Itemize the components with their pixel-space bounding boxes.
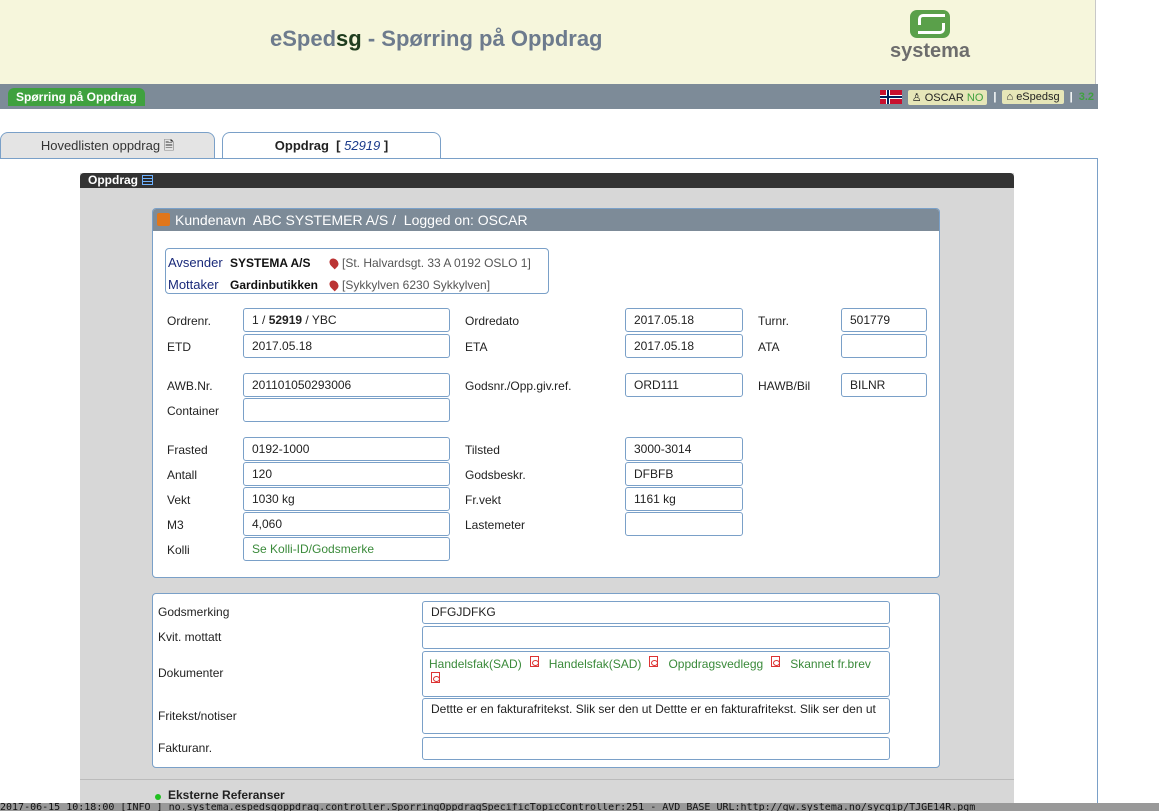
ordrenr-field[interactable]: 1 / 52919 / YBC <box>243 308 450 332</box>
fritekst-field[interactable]: Dettte er en fakturafritekst. Slik ser d… <box>422 698 890 734</box>
tab-hovedlisten[interactable]: Hovedlisten oppdrag 🗎 <box>0 132 215 158</box>
logo-mark-icon <box>910 10 950 38</box>
pdf-icon[interactable] <box>529 656 539 667</box>
customer-icon <box>157 213 170 226</box>
container-field[interactable] <box>243 398 450 422</box>
vekt-field[interactable]: 1030 kg <box>243 487 450 511</box>
doc-link-handelsfak-2[interactable]: Handelsfak(SAD) <box>549 657 642 671</box>
systema-logo: systema <box>890 10 970 70</box>
tab-oppdrag[interactable]: Oppdrag [ 52919 ] <box>222 132 441 159</box>
customer-header: Kundenavn ABC SYSTEMER A/S / Logged on: … <box>153 209 939 231</box>
norway-flag-icon[interactable] <box>879 90 902 104</box>
frvekt-field[interactable]: 1161 kg <box>625 487 743 511</box>
version-label: 3.2 <box>1078 91 1094 103</box>
home-link[interactable]: ⌂ eSpedsg <box>1002 90 1064 104</box>
kvit-field[interactable] <box>422 626 890 649</box>
turnr-field[interactable]: 501779 <box>841 308 927 332</box>
eta-field[interactable]: 2017.05.18 <box>625 334 743 358</box>
pdf-icon[interactable] <box>771 656 781 667</box>
etd-field[interactable]: 2017.05.18 <box>243 334 450 358</box>
navbar: Spørring på Oppdrag ♙ OSCAR NO | ⌂ eSped… <box>0 84 1098 109</box>
frasted-field[interactable]: 0192-1000 <box>243 437 450 461</box>
fakturanr-field[interactable] <box>422 737 890 760</box>
document-icon: 🗎 <box>163 138 175 153</box>
order-box: Kundenavn ABC SYSTEMER A/S / Logged on: … <box>152 208 940 578</box>
page-title: eSpedsg - Spørring på Oppdrag <box>270 26 603 51</box>
kolli-link[interactable]: Se Kolli-ID/Godsmerke <box>243 537 450 561</box>
nav-right: ♙ OSCAR NO | ⌂ eSpedsg | 3.2 <box>879 88 1094 106</box>
doc-link-oppdragsvedlegg[interactable]: Oppdragsvedlegg <box>668 657 763 671</box>
log-line: 2017-06-15 10:18:00 [INFO ] no.systema.e… <box>0 803 1159 811</box>
ata-field[interactable] <box>841 334 927 358</box>
app-header: eSpedsg - Spørring på Oppdrag systema <box>0 0 1096 84</box>
hawb-field[interactable]: BILNR <box>841 373 927 397</box>
doc-link-handelsfak-1[interactable]: Handelsfak(SAD) <box>429 657 522 671</box>
details-box: Godsmerking DFGJDFKG Kvit. mottatt Dokum… <box>152 593 940 768</box>
user-badge[interactable]: ♙ OSCAR NO <box>907 89 988 105</box>
nav-tab-sporring[interactable]: Spørring på Oppdrag <box>8 88 145 106</box>
godsnr-field[interactable]: ORD111 <box>625 373 743 397</box>
godsmerking-field[interactable]: DFGJDFKG <box>422 601 890 624</box>
status-dot-icon <box>155 794 161 800</box>
address-box: Avsender SYSTEMA A/S [St. Halvardsgt. 33 A… <box>165 248 549 294</box>
lastemeter-field[interactable] <box>625 512 743 536</box>
m3-field[interactable]: 4,060 <box>243 512 450 536</box>
doc-link-skannet[interactable]: Skannet fr.brev <box>790 657 871 671</box>
tilsted-field[interactable]: 3000-3014 <box>625 437 743 461</box>
documents-field: Handelsfak(SAD) Handelsfak(SAD) Oppdrags… <box>422 651 890 697</box>
pdf-icon[interactable] <box>431 672 440 683</box>
godsbeskr-field[interactable]: DFBFB <box>625 462 743 486</box>
ordredato-field[interactable]: 2017.05.18 <box>625 308 743 332</box>
list-icon[interactable] <box>142 175 153 185</box>
oppdrag-panel: Oppdrag Kundenavn ABC SYSTEMER A/S / Log… <box>80 173 1014 811</box>
antall-field[interactable]: 120 <box>243 462 450 486</box>
pdf-icon[interactable] <box>649 656 659 667</box>
panel-title: Oppdrag <box>80 173 1014 188</box>
awb-field[interactable]: 201101050293006 <box>243 373 450 397</box>
